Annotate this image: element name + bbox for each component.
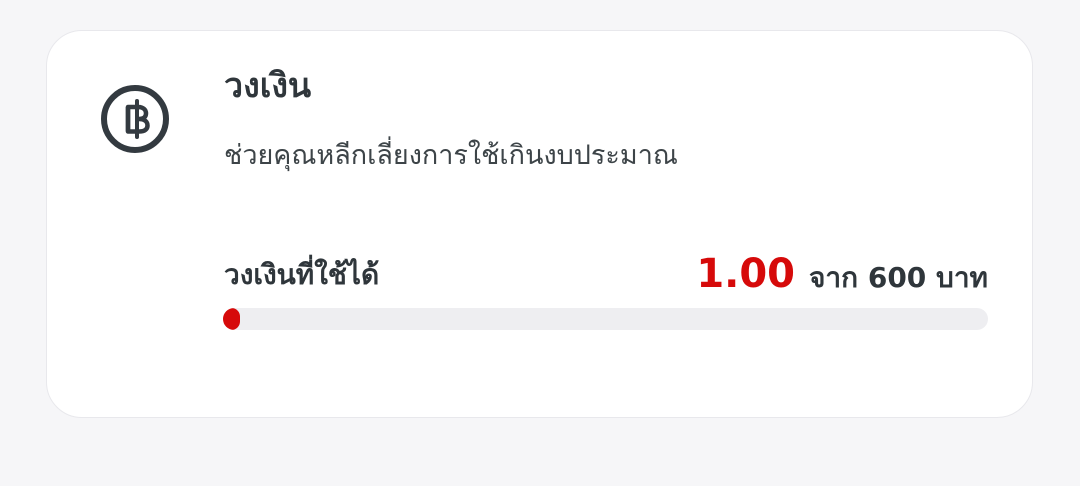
budget-limit-card[interactable]: [46, 30, 1033, 418]
used-amount: 1.00: [696, 251, 796, 297]
limit-progress-fill: [223, 308, 240, 330]
card-subtitle: ช่วยคุณหลีกเลี่ยงการใช้เกินงบประมาณ: [224, 140, 678, 171]
limit-amount: 1.00 จาก 600 บาท: [696, 248, 988, 304]
card-title: วงเงิน: [224, 66, 312, 106]
limit-progress-bar: [223, 308, 988, 330]
total-amount-text: จาก 600 บาท: [809, 261, 988, 294]
available-limit-label: วงเงินที่ใช้ได้: [224, 258, 380, 291]
baht-coin-icon: [101, 85, 169, 153]
